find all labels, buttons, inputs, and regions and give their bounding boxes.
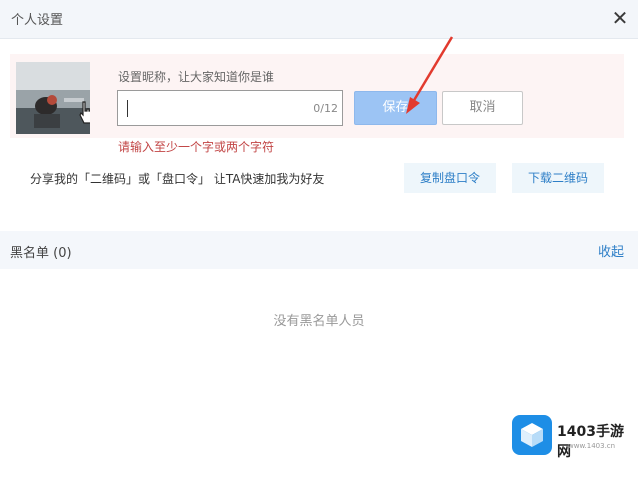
nickname-input-box[interactable]: 0/12 [117,90,343,126]
close-icon[interactable]: ✕ [608,6,632,30]
collapse-link[interactable]: 收起 [598,241,624,260]
nickname-counter: 0/12 [313,102,338,115]
save-button[interactable]: 保存 [354,91,437,125]
download-qrcode-button[interactable]: 下载二维码 [512,163,604,193]
text-caret [127,100,128,117]
watermark-url: www.1403.cn [568,442,616,450]
dialog-titlebar: 个人设置 ✕ [0,0,638,39]
avatar[interactable] [16,62,90,134]
cancel-button[interactable]: 取消 [442,91,523,125]
blacklist-header: 黑名单 (0) 收起 [0,231,638,269]
blacklist-empty-message: 没有黑名单人员 [273,314,365,329]
watermark-brand: 1403手游网 [557,424,624,460]
error-message: 请输入至少一个字或两个字符 [118,140,275,154]
share-description: 分享我的「二维码」或「盘口令」 让TA快速加我为好友 [30,172,325,186]
nickname-input[interactable] [124,96,308,122]
blacklist-title: 黑名单 (0) [10,246,72,261]
site-logo-icon [512,415,552,455]
site-watermark: 1403手游网 www.1403.cn [512,413,630,460]
hand-pointer-icon [79,101,90,124]
nickname-label: 设置昵称，让大家知道你是谁 [118,70,275,84]
copy-code-button[interactable]: 复制盘口令 [404,163,496,193]
dialog-title: 个人设置 [11,13,64,28]
